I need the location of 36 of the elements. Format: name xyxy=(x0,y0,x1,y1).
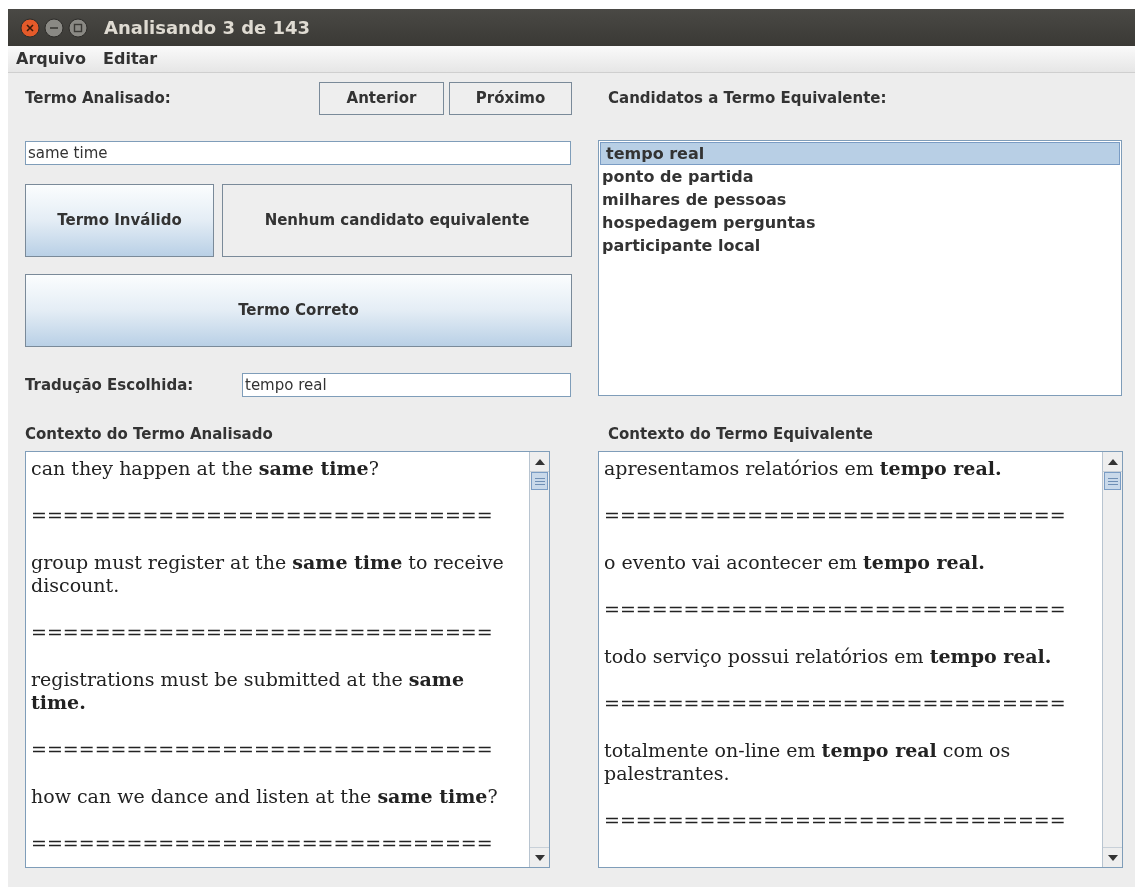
candidate-item[interactable]: milhares de pessoas xyxy=(600,188,1120,211)
chosen-translation-label: Tradução Escolhida: xyxy=(25,374,195,396)
menu-item[interactable]: Arquivo xyxy=(16,47,87,71)
action-button[interactable]: Nenhum candidato equivalente xyxy=(222,184,572,257)
menu-item[interactable]: Editar xyxy=(103,47,158,71)
analyzed-term-label: Termo Analisado: xyxy=(25,88,172,110)
context-line: apresentamos relatórios em tempo real. xyxy=(604,457,1003,480)
context-line: ============================= xyxy=(31,738,494,761)
analyzed-term-field[interactable]: same time xyxy=(25,141,571,165)
candidates-label: Candidatos a Termo Equivalente: xyxy=(608,88,887,110)
context-line: ============================= xyxy=(31,621,494,644)
previous-button[interactable]: Anterior xyxy=(319,82,444,115)
context-line: ============================= xyxy=(604,692,1067,715)
chosen-translation-field[interactable]: tempo real xyxy=(242,373,571,397)
candidate-item[interactable]: tempo real xyxy=(600,142,1120,165)
context-line: ============================= xyxy=(604,809,1067,832)
context-line: ============================= xyxy=(31,832,494,855)
context-line: ============================= xyxy=(31,504,494,527)
next-button[interactable]: Próximo xyxy=(449,82,572,115)
window-title: Analisando 3 de 143 xyxy=(104,16,311,40)
context-line: how can we dance and listen at the same time? xyxy=(31,785,499,808)
candidate-item[interactable]: ponto de partida xyxy=(600,165,1120,188)
context-line: todo serviço possui relatórios em tempo real. xyxy=(604,645,1053,668)
context-label: Contexto do Termo Equivalente xyxy=(607,424,874,443)
context-line: totalmente on-line em tempo real com os palestrantes. xyxy=(604,739,1012,785)
candidate-item[interactable]: hospedagem perguntas xyxy=(600,211,1120,234)
context-line: ============================= xyxy=(604,598,1067,621)
candidate-item[interactable]: participante local xyxy=(600,234,1120,257)
context-line: group must register at the same time to receive discount. xyxy=(31,551,505,597)
action-button[interactable]: Termo Inválido xyxy=(25,184,214,257)
context-line: o evento vai acontecer em tempo real. xyxy=(604,551,986,574)
context-line: registrations must be submitted at the same time. xyxy=(31,668,465,714)
context-line: ============================= xyxy=(604,504,1067,527)
action-button[interactable]: Termo Correto xyxy=(25,274,572,347)
context-line: can they happen at the same time? xyxy=(31,457,380,480)
context-label: Contexto do Termo Analisado xyxy=(25,424,274,443)
